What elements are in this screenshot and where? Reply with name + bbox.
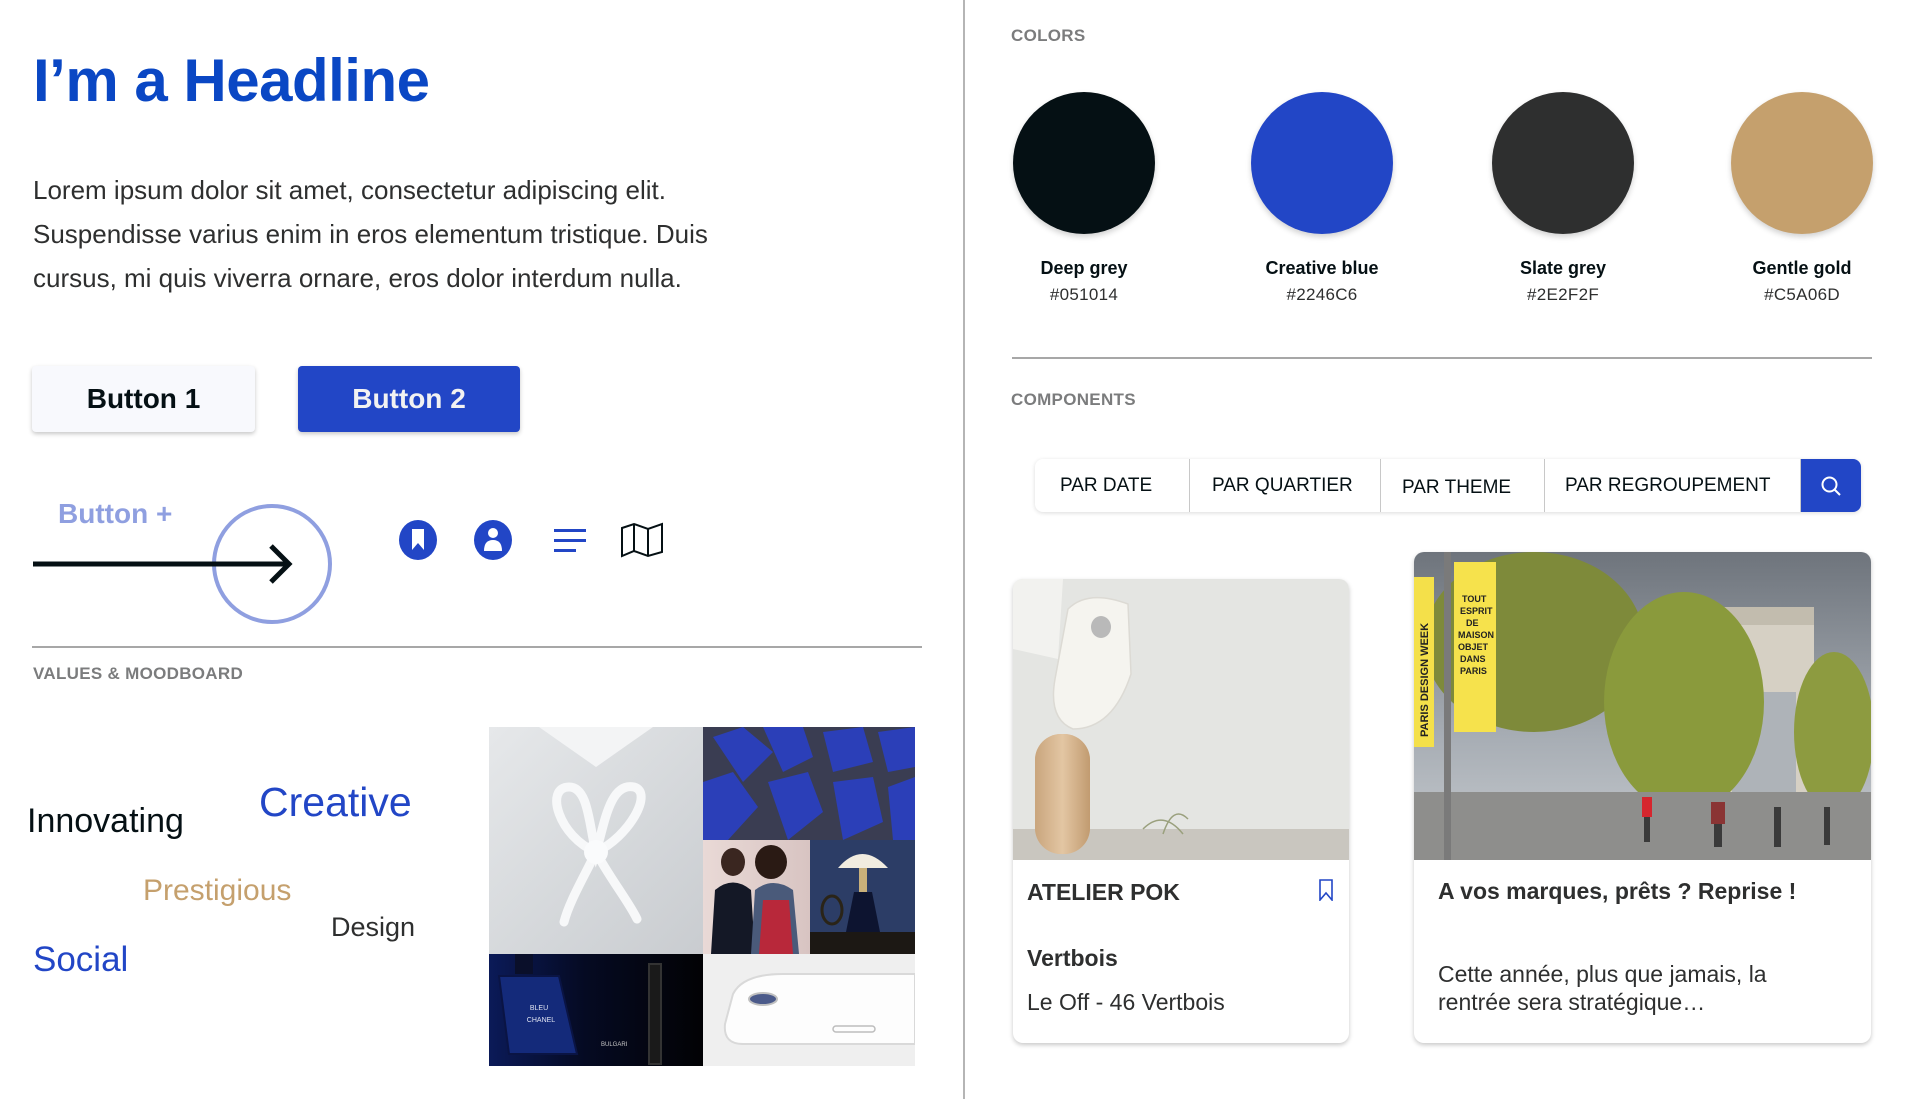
button-plus-arrow[interactable]: Button + [33, 484, 333, 644]
svg-text:CHANEL: CHANEL [527, 1017, 556, 1024]
menu-icon[interactable] [548, 518, 592, 562]
colors-section-label: COLORS [1011, 26, 1086, 45]
moodboard-image-knot [489, 727, 703, 954]
user-icon[interactable] [471, 518, 515, 562]
filter-par-quartier[interactable]: PAR QUARTIER [1190, 459, 1381, 512]
button-2[interactable]: Button 2 [298, 366, 520, 432]
card-image-lamp [1013, 579, 1349, 860]
intro-paragraph: Lorem ipsum dolor sit amet, consectetur … [33, 175, 708, 293]
swatch-name: Gentle gold [1752, 258, 1852, 278]
card-atelier-pok[interactable]: ATELIER POK Vertbois Le Off - 46 Vertboi… [1013, 579, 1349, 1043]
swatch-hex: #051014 [1049, 285, 1119, 304]
filter-par-theme[interactable]: PAR THEME [1381, 459, 1545, 512]
right-section-divider [1012, 357, 1872, 359]
map-icon[interactable] [620, 518, 664, 562]
swatch-slate-grey: Slate grey #2E2F2F [1468, 92, 1658, 305]
value-design: Design [331, 912, 416, 942]
card-address: Le Off - 46 Vertbois [1027, 989, 1225, 1015]
headline: I’m a Headline [33, 47, 430, 114]
value-creative: Creative [259, 779, 412, 825]
bookmark-outline-icon[interactable] [1316, 879, 1336, 903]
swatch-gentle-gold: Gentle gold #C5A06D [1707, 92, 1897, 305]
swatch-circle [1251, 92, 1393, 234]
button-1[interactable]: Button 1 [32, 366, 255, 432]
value-innovating: Innovating [27, 802, 184, 840]
card-subtitle: Vertbois [1027, 945, 1118, 971]
swatch-circle [1013, 92, 1155, 234]
filter-par-regroupement[interactable]: PAR REGROUPEMENT [1545, 459, 1801, 512]
card-body: Cette année, plus que jamais, la rentrée… [1438, 961, 1767, 1015]
panel-divider [963, 0, 965, 1099]
card-title: A vos marques, prêts ? Reprise ! [1438, 878, 1797, 904]
moodboard-image-people [703, 840, 810, 954]
components-section-label: COMPONENTS [1011, 390, 1136, 409]
svg-text:OBJET: OBJET [1458, 642, 1489, 652]
card-article-reprise[interactable]: PARIS DESIGN WEEK TOUT ESPRIT DE MAISON … [1414, 552, 1871, 1043]
swatch-name: Slate grey [1519, 258, 1607, 278]
svg-text:ESPRIT: ESPRIT [1460, 606, 1493, 616]
swatch-name: Creative blue [1265, 258, 1379, 278]
svg-text:TOUT: TOUT [1462, 594, 1487, 604]
banner-text-paris-design-week: PARIS DESIGN WEEK [1419, 623, 1431, 737]
swatch-hex: #C5A06D [1764, 285, 1840, 304]
swatch-circle [1492, 92, 1634, 234]
svg-text:DANS: DANS [1460, 654, 1486, 664]
value-social: Social [33, 940, 129, 979]
left-section-divider [32, 646, 922, 648]
moodboard-grid: BLEU CHANEL BULGARI [489, 727, 915, 1066]
bookmark-icon[interactable] [396, 518, 440, 562]
swatch-deep-grey: Deep grey #051014 [989, 92, 1179, 305]
moodboard-image-perfume: BLEU CHANEL BULGARI [489, 954, 703, 1066]
filter-bar: PAR DATE PAR QUARTIER PAR THEME PAR REGR… [1035, 459, 1861, 512]
value-prestigious: Prestigious [143, 874, 292, 907]
svg-text:PARIS: PARIS [1460, 666, 1487, 676]
svg-text:DE: DE [1466, 618, 1479, 628]
card-image-paris-street: PARIS DESIGN WEEK TOUT ESPRIT DE MAISON … [1414, 552, 1871, 860]
swatch-hex: #2E2F2F [1526, 285, 1600, 304]
swatch-circle [1731, 92, 1873, 234]
watch-brand-label: BULGARI [601, 1042, 628, 1048]
swatch-hex: #2246C6 [1286, 285, 1358, 304]
perfume-label: BLEU [530, 1005, 548, 1012]
search-button[interactable] [1801, 459, 1861, 512]
card-title: ATELIER POK [1027, 879, 1180, 905]
filter-par-date[interactable]: PAR DATE [1035, 459, 1190, 512]
moodboard-image-phone [703, 954, 915, 1066]
svg-text:MAISON: MAISON [1458, 630, 1494, 640]
moodboard-image-blue-chair [703, 727, 915, 840]
swatch-name: Deep grey [1040, 258, 1128, 278]
values-section-label: VALUES & MOODBOARD [33, 664, 244, 683]
swatch-creative-blue: Creative blue #2246C6 [1227, 92, 1417, 305]
moodboard-image-lamp [810, 840, 915, 954]
search-icon [1821, 476, 1841, 496]
button-plus-label: Button + [58, 498, 173, 529]
